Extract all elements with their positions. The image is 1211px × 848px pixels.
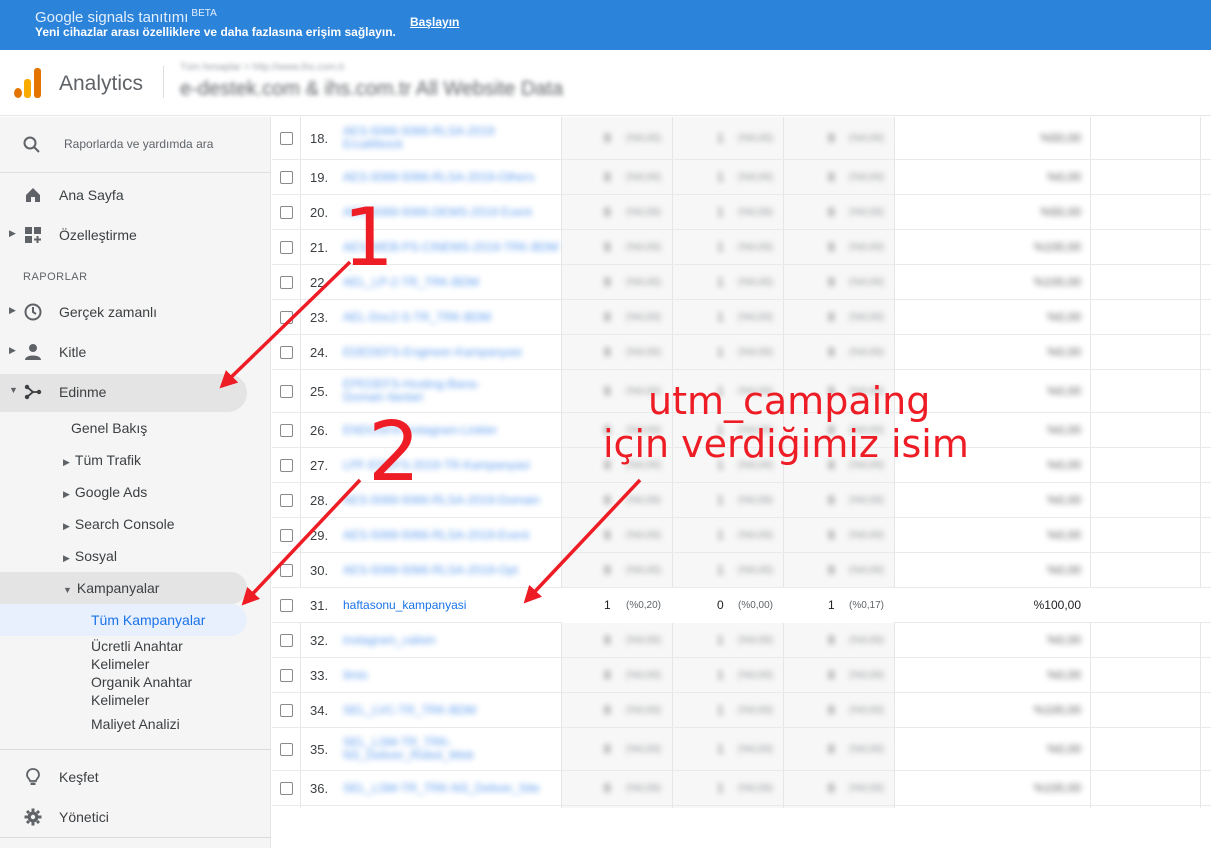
annotation-line-2: için verdiğimiz isim bbox=[603, 422, 969, 466]
arrow-to-acquisition bbox=[219, 260, 352, 389]
annotation-line-1: utm_campaing bbox=[648, 379, 931, 423]
arrow-to-campaign-name bbox=[523, 478, 642, 604]
step-2-label: 2 bbox=[368, 405, 421, 500]
arrow-to-all-campaigns bbox=[241, 478, 362, 606]
step-1-label: 1 bbox=[343, 191, 394, 284]
